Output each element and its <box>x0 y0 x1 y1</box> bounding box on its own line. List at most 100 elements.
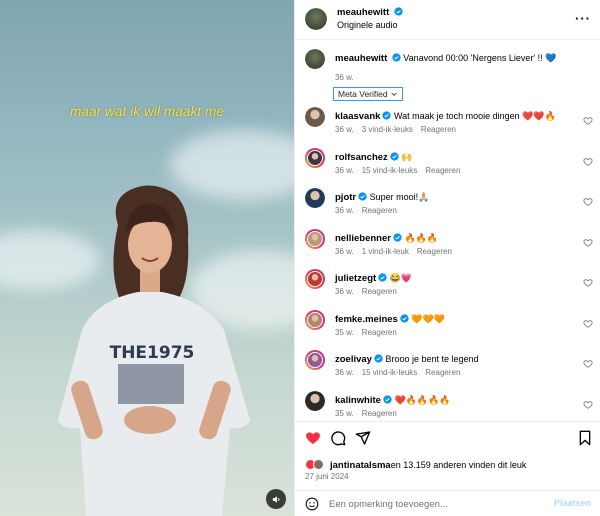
comment-meta: 36 w. 15 vind-ik-leuks Reageren <box>335 166 468 175</box>
verified-badge-icon <box>382 111 392 120</box>
verified-badge-icon <box>378 273 387 282</box>
comment-time[interactable]: 36 w. <box>335 247 354 256</box>
commenter-username[interactable]: kalinwhite <box>335 395 381 406</box>
mute-button[interactable] <box>266 489 286 509</box>
comments-list[interactable]: meauhewitt Vanavond 00:00 'Nergens Lieve… <box>295 41 600 421</box>
bookmark-icon[interactable] <box>578 430 592 446</box>
comment-icon[interactable] <box>330 430 346 446</box>
heart-outline-icon[interactable] <box>583 319 593 329</box>
comment-time[interactable]: 35 w. <box>335 409 354 418</box>
author-avatar[interactable] <box>305 8 327 30</box>
reply-button[interactable]: Reageren <box>421 125 456 134</box>
commenter-avatar[interactable] <box>305 107 325 127</box>
comment-time[interactable]: 36 w. <box>335 206 354 215</box>
liker-avatars <box>305 459 327 471</box>
author-username[interactable]: meauhewitt <box>337 7 389 18</box>
comment-like-count[interactable]: 1 vind-ik-leuk <box>362 247 409 256</box>
commenter-avatar[interactable] <box>305 350 325 370</box>
post-date[interactable]: 27 juni 2024 <box>305 472 349 481</box>
comment-time[interactable]: 36 w. <box>335 125 354 134</box>
heart-outline-icon[interactable] <box>583 116 593 126</box>
heart-outline-icon[interactable] <box>583 157 593 167</box>
comment-text: Brooo je bent te legend <box>385 354 479 364</box>
caption-username[interactable]: meauhewitt <box>335 53 387 64</box>
comment-text: 😂💗 <box>389 273 413 283</box>
post-sidebar: meauhewitt Originele audio ··· meauhewit… <box>294 0 600 516</box>
commenter-username[interactable]: pjotr <box>335 192 356 203</box>
commenter-avatar[interactable] <box>305 269 325 289</box>
heart-outline-icon[interactable] <box>583 400 593 410</box>
comment-meta: 36 w. 15 vind-ik-leuks Reageren <box>335 368 468 377</box>
likes-summary[interactable]: jantinatalsma en 13.159 anderen vinden d… <box>305 459 526 471</box>
comment-meta: 36 w. 3 vind-ik-leuks Reageren <box>335 125 464 134</box>
verified-badge-icon <box>393 232 402 242</box>
comment-meta: 35 w. Reageren <box>335 409 405 418</box>
heart-outline-icon[interactable] <box>583 278 593 288</box>
comment-text-line: kalinwhite ❤️🔥🔥🔥🔥 <box>335 394 577 407</box>
commenter-username[interactable]: rolfsanchez <box>335 152 388 163</box>
post-comment-button[interactable]: Plaatsen <box>554 498 591 508</box>
comment-time[interactable]: 35 w. <box>335 328 354 337</box>
comment-time[interactable]: 36 w. <box>335 368 354 377</box>
share-icon[interactable] <box>355 430 371 446</box>
comment-text-line: rolfsanchez 🙌 <box>335 151 577 164</box>
commenter-username[interactable]: nelliebenner <box>335 233 391 244</box>
heart-filled-icon[interactable] <box>305 430 321 446</box>
comment-text: 🙌 <box>401 151 413 162</box>
likes-others-text[interactable]: en 13.159 anderen vinden dit leuk <box>391 460 527 470</box>
verified-badge-icon <box>400 313 409 323</box>
heart-outline-icon[interactable] <box>583 359 593 369</box>
comment-text: ❤️🔥🔥🔥🔥 <box>394 394 451 405</box>
commenter-username[interactable]: femke.meines <box>335 314 398 325</box>
caption-time[interactable]: 36 w. <box>335 73 354 82</box>
verified-badge-icon <box>374 354 383 363</box>
emoji-icon[interactable] <box>305 497 319 511</box>
post-video[interactable]: THE1975 maar wat ik wil maakt me <box>0 0 294 516</box>
author-avatar[interactable] <box>305 49 325 69</box>
reply-button[interactable]: Reageren <box>362 206 397 215</box>
reply-button[interactable]: Reageren <box>425 368 460 377</box>
liked-by-username[interactable]: jantinatalsma <box>330 460 391 471</box>
comment-text-line: femke.meines 🧡🧡🧡 <box>335 313 577 326</box>
comment-text: Wat maak je toch mooie dingen ❤️❤️🔥 <box>393 111 556 121</box>
commenter-avatar[interactable] <box>305 147 325 168</box>
comment-like-count[interactable]: 15 vind-ik-leuks <box>362 166 418 175</box>
comment-time[interactable]: 36 w. <box>335 287 354 296</box>
comment-time[interactable]: 36 w. <box>335 166 354 175</box>
reply-button[interactable]: Reageren <box>362 328 397 337</box>
commenter-username[interactable]: julietzegt <box>335 273 376 284</box>
commenter-username[interactable]: klaasvank <box>335 111 380 122</box>
reply-button[interactable]: Reageren <box>417 247 452 256</box>
comment-input[interactable] <box>329 496 539 512</box>
comment-meta: 36 w. 1 vind-ik-leuk Reageren <box>335 247 460 256</box>
comment-bar: Plaatsen <box>295 490 600 516</box>
commenter-avatar[interactable] <box>305 309 325 330</box>
comment-text-line: nelliebenner 🔥🔥🔥 <box>335 232 577 245</box>
author-name-line: meauhewitt <box>337 7 403 18</box>
commenter-avatar[interactable] <box>305 228 325 249</box>
more-options-icon[interactable]: ··· <box>575 11 591 26</box>
meta-verified-badge[interactable]: Meta Verified <box>333 87 403 101</box>
verified-badge-icon <box>390 151 399 161</box>
video-subtitle: maar wat ik wil maakt me <box>70 104 224 119</box>
heart-outline-icon[interactable] <box>583 197 593 207</box>
comment-like-count[interactable]: 3 vind-ik-leuks <box>362 125 413 134</box>
chevron-down-icon <box>390 92 397 96</box>
heart-outline-icon[interactable] <box>583 238 593 248</box>
comment-meta: 36 w. Reageren <box>335 206 405 215</box>
comment-like-count[interactable]: 15 vind-ik-leuks <box>362 368 418 377</box>
reply-button[interactable]: Reageren <box>362 287 397 296</box>
commenter-username[interactable]: zoelivay <box>335 354 372 365</box>
comment-text-line: klaasvank Wat maak je toch mooie dingen … <box>335 110 577 123</box>
reply-button[interactable]: Reageren <box>362 409 397 418</box>
commenter-avatar[interactable] <box>305 188 325 208</box>
post-actions: jantinatalsma en 13.159 anderen vinden d… <box>295 421 600 516</box>
comment-text-line: julietzegt 😂💗 <box>335 272 577 285</box>
video-person-figure: THE1975 <box>58 185 250 516</box>
verified-badge-icon <box>358 192 367 201</box>
commenter-avatar[interactable] <box>305 390 325 411</box>
reply-button[interactable]: Reageren <box>425 166 460 175</box>
comment-text-line: pjotr Super mooi!🙏🏼 <box>335 191 577 204</box>
audio-link[interactable]: Originele audio <box>337 20 398 30</box>
comment-text-line: zoelivay Brooo je bent te legend <box>335 353 577 366</box>
